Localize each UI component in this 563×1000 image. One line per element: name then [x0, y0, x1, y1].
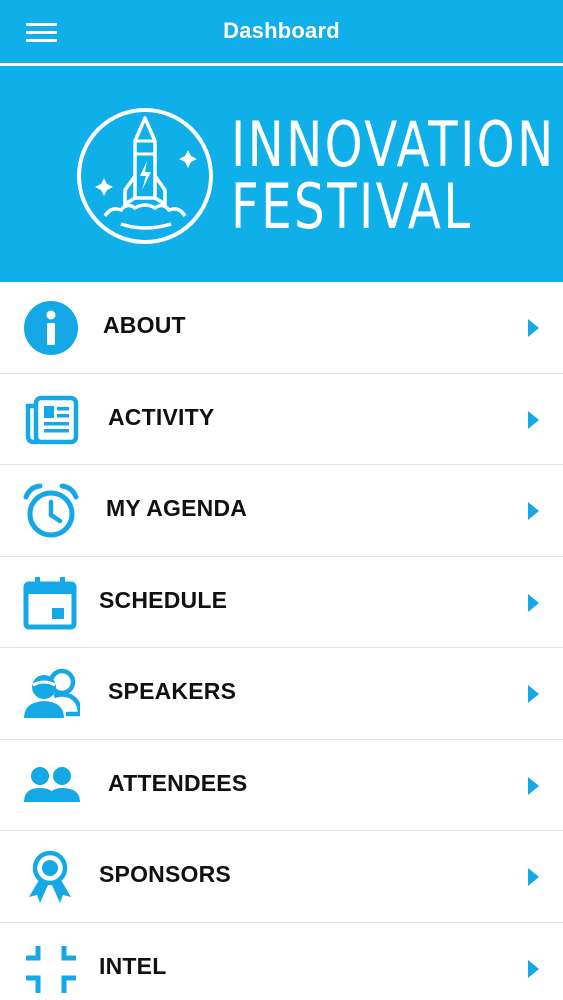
award-ribbon-icon — [29, 850, 71, 903]
menu-item-about[interactable]: ABOUT — [0, 282, 563, 374]
menu-item-activity[interactable]: ACTIVITY — [0, 373, 563, 465]
chevron-right-icon — [528, 502, 539, 520]
chevron-right-icon — [528, 868, 539, 886]
speakers-icon — [24, 668, 80, 718]
chevron-right-icon — [528, 959, 539, 978]
page-title: Dashboard — [223, 18, 340, 43]
collapse-corners-icon — [26, 945, 76, 993]
alarm-clock-icon — [23, 483, 79, 538]
attendees-icon — [24, 766, 80, 802]
chevron-right-icon — [528, 410, 539, 429]
menu-item-label: SCHEDULE — [99, 586, 228, 613]
menu-item-my-agenda[interactable]: MY AGENDA — [0, 465, 563, 557]
chevron-right-icon — [528, 776, 539, 795]
app-bar: Dashboard — [0, 0, 563, 63]
menu-item-speakers[interactable]: SPEAKERS — [0, 648, 563, 740]
menu-item-attendees[interactable]: ATTENDEES — [0, 739, 563, 831]
chevron-right-icon — [528, 593, 539, 612]
menu-item-intel[interactable]: INTEL — [0, 922, 563, 1000]
menu-item-label: ABOUT — [103, 312, 186, 338]
menu-item-label: ACTIVITY — [108, 403, 215, 430]
logo-wordmark-line2: FESTIVAL — [231, 170, 473, 243]
menu-item-label: INTEL — [99, 952, 167, 979]
chevron-right-icon — [528, 319, 539, 337]
menu-item-sponsors[interactable]: SPONSORS — [0, 831, 563, 923]
rocket-logo-icon — [77, 108, 213, 244]
newspaper-icon — [25, 395, 79, 444]
event-banner: INNOVATION FESTIVAL — [0, 66, 563, 282]
menu-item-label: ATTENDEES — [108, 769, 248, 796]
chevron-right-icon — [528, 685, 539, 703]
menu-item-schedule[interactable]: SCHEDULE — [0, 556, 563, 648]
dashboard-menu: ABOUT ACTIVITY MY AGENDA SCHEDULE SPEAKE… — [0, 282, 563, 1000]
menu-item-label: MY AGENDA — [106, 495, 248, 521]
calendar-icon — [23, 576, 77, 629]
menu-item-label: SPEAKERS — [108, 678, 237, 704]
info-icon — [24, 301, 78, 355]
menu-item-label: SPONSORS — [99, 861, 231, 887]
